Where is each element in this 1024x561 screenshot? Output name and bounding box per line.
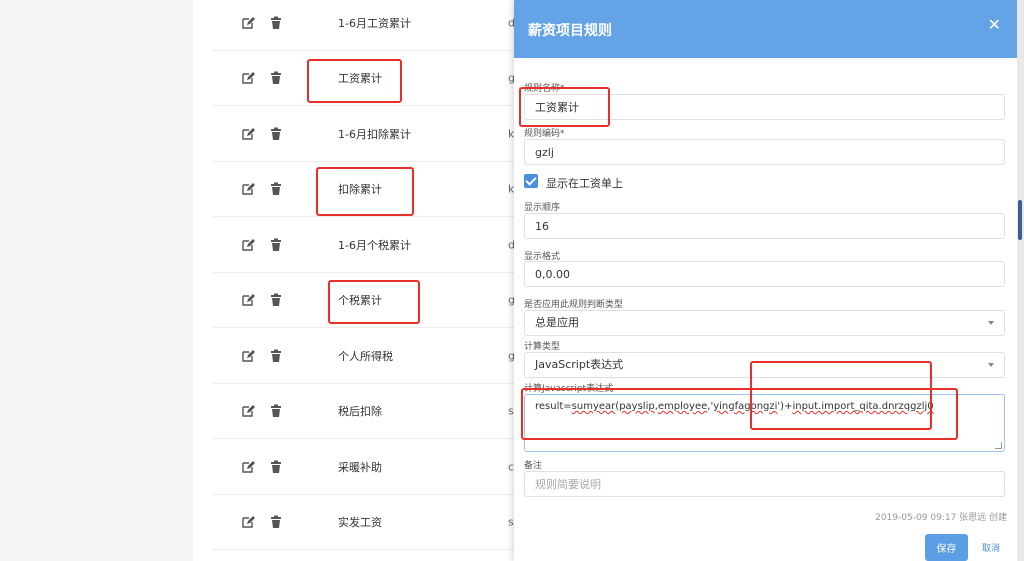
trash-icon[interactable] xyxy=(269,460,283,474)
show-on-payslip-checkbox[interactable] xyxy=(524,174,538,188)
rule-name: 采暖补助 xyxy=(338,460,382,474)
chevron-down-icon xyxy=(988,363,994,367)
expr-text: employee xyxy=(657,401,708,412)
edit-icon[interactable] xyxy=(241,460,255,474)
table-row[interactable]: 1-6月工资累计 d xyxy=(213,0,514,51)
rule-name: 工资累计 xyxy=(338,71,382,85)
edit-icon[interactable] xyxy=(241,293,255,307)
trash-icon[interactable] xyxy=(269,293,283,307)
edit-icon[interactable] xyxy=(241,16,255,30)
save-button[interactable]: 保存 xyxy=(925,534,968,561)
table-row[interactable]: 实发工资 s xyxy=(213,494,514,550)
edit-icon[interactable] xyxy=(241,71,255,85)
rule-name: 扣除累计 xyxy=(338,182,382,196)
rule-name: 个人所得税 xyxy=(338,349,393,363)
dialog-title: 薪资项目规则 xyxy=(528,23,612,39)
edit-icon[interactable] xyxy=(241,515,255,529)
cancel-button[interactable]: 取消 xyxy=(976,540,1006,555)
display-order-input[interactable] xyxy=(524,213,1005,239)
trash-icon[interactable] xyxy=(269,71,283,85)
table-row[interactable]: 1-6月个税累计 d xyxy=(213,217,514,273)
table-row[interactable]: 工资累计 g xyxy=(213,50,514,106)
table-row[interactable]: 个税累计 g xyxy=(213,272,514,328)
rule-name: 实发工资 xyxy=(338,515,382,529)
rule-name-label: 规则名称* xyxy=(524,84,565,94)
table-row[interactable]: 个人所得税 g xyxy=(213,328,514,384)
calc-type-value: JavaScript表达式 xyxy=(535,358,624,371)
table-row[interactable]: 扣除累计 k xyxy=(213,161,514,217)
table-row[interactable]: 税后扣除 s xyxy=(213,383,514,439)
rule-name: 1-6月个税累计 xyxy=(338,238,411,252)
left-background xyxy=(0,0,193,561)
close-icon[interactable]: ✕ xyxy=(988,16,1001,34)
expr-text: yingfagongzi xyxy=(713,401,778,412)
display-format-input[interactable] xyxy=(524,261,1005,287)
chevron-down-icon xyxy=(988,321,994,325)
edit-icon[interactable] xyxy=(241,238,255,252)
rule-code-label: 规则编码* xyxy=(524,129,565,139)
expr-text: input.import_qita.dnrzqgzlj0 xyxy=(792,401,934,412)
edit-icon[interactable] xyxy=(241,127,255,141)
trash-icon[interactable] xyxy=(269,349,283,363)
trash-icon[interactable] xyxy=(269,16,283,30)
rule-name: 1-6月扣除累计 xyxy=(338,127,411,141)
rule-name: 1-6月工资累计 xyxy=(338,16,411,30)
window-scrollbar-thumb[interactable] xyxy=(1018,200,1022,240)
display-order-label: 显示顺序 xyxy=(524,203,561,213)
apply-type-select[interactable]: 总是应用 xyxy=(524,310,1005,336)
dialog-header: 薪资项目规则 ✕ xyxy=(514,0,1017,58)
trash-icon[interactable] xyxy=(269,127,283,141)
window-scrollbar-track[interactable] xyxy=(1017,0,1024,561)
rule-name: 个税累计 xyxy=(338,293,382,307)
trash-icon[interactable] xyxy=(269,238,283,252)
rule-dialog: 薪资项目规则 ✕ 规则名称* 规则编码* 显示在工资单上 显示顺序 显示格式 是… xyxy=(514,0,1017,561)
expr-text: payslip xyxy=(619,401,655,412)
rule-code-input[interactable] xyxy=(524,139,1005,165)
audit-info: 2019-05-09 09:17 张恩远 创建 xyxy=(875,513,1007,523)
edit-icon[interactable] xyxy=(241,182,255,196)
rule-list-panel: 1-6月工资累计 d 工资累计 g 1-6月扣除累计 k 扣除累计 k 1-6月… xyxy=(193,0,514,561)
remark-label: 备注 xyxy=(524,461,543,471)
rule-code: s xyxy=(508,515,514,528)
expr-text: result= xyxy=(535,401,572,412)
js-expr-label: 计算Javascript表达式 xyxy=(524,384,614,394)
calc-type-select[interactable]: JavaScript表达式 xyxy=(524,352,1005,378)
rule-name-input[interactable] xyxy=(524,94,1005,120)
rule-name: 税后扣除 xyxy=(338,404,382,418)
expr-text: ')+ xyxy=(777,401,793,412)
trash-icon[interactable] xyxy=(269,515,283,529)
rule-code: s xyxy=(508,404,514,417)
show-on-payslip-label: 显示在工资单上 xyxy=(546,177,623,190)
apply-type-value: 总是应用 xyxy=(535,316,579,329)
calc-type-label: 计算类型 xyxy=(524,342,561,352)
expr-text: sumyear xyxy=(571,401,616,412)
trash-icon[interactable] xyxy=(269,182,283,196)
edit-icon[interactable] xyxy=(241,404,255,418)
resize-handle[interactable] xyxy=(995,442,1002,449)
table-row[interactable]: 采暖补助 c xyxy=(213,439,514,495)
edit-icon[interactable] xyxy=(241,349,255,363)
remark-input[interactable] xyxy=(524,471,1005,497)
trash-icon[interactable] xyxy=(269,404,283,418)
apply-type-label: 是否应用此规则判断类型 xyxy=(524,300,624,310)
table-row[interactable]: 1-6月扣除累计 k xyxy=(213,106,514,162)
js-expression-textarea[interactable]: result=sumyear(payslip,employee,'yingfag… xyxy=(524,394,1005,452)
